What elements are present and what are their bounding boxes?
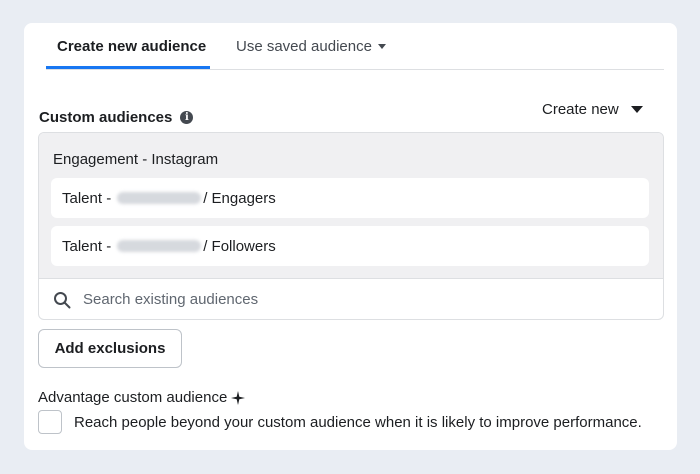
chevron-down-icon <box>377 43 386 49</box>
advantage-custom-audience-heading: Advantage custom audience <box>38 389 246 406</box>
advantage-plus-icon <box>231 390 246 405</box>
audience-item-suffix: / Engagers <box>203 189 276 207</box>
audience-group-label: Engagement - Instagram <box>53 151 219 168</box>
active-tab-underline <box>46 66 210 69</box>
tab-create-new-audience[interactable]: Create new audience <box>57 38 206 55</box>
audience-item-suffix: / Followers <box>203 237 276 255</box>
audience-item-followers[interactable]: Talent - / Followers <box>51 226 649 266</box>
create-new-label: Create new <box>542 101 619 118</box>
redacted-name <box>117 192 202 204</box>
custom-audiences-heading: Custom audiences i <box>39 109 194 126</box>
advantage-checkbox-label[interactable]: Reach people beyond your custom audience… <box>74 414 642 431</box>
audience-group: Engagement - Instagram Talent - / Engage… <box>39 133 663 279</box>
custom-audiences-title: Custom audiences <box>39 109 173 126</box>
search-input[interactable] <box>83 291 623 308</box>
add-exclusions-button[interactable]: Add exclusions <box>38 329 182 368</box>
audience-search-row <box>39 279 663 319</box>
audience-item-engagers[interactable]: Talent - / Engagers <box>51 178 649 218</box>
advantage-checkbox[interactable] <box>38 410 62 434</box>
create-new-dropdown[interactable]: Create new <box>542 101 643 118</box>
audience-card: Create new audience Use saved audience C… <box>24 23 677 450</box>
caret-down-icon <box>630 106 643 113</box>
audience-item-prefix: Talent - <box>62 189 112 207</box>
audience-tabs: Create new audience Use saved audience <box>46 23 664 70</box>
search-icon <box>54 291 71 308</box>
custom-audiences-box: Engagement - Instagram Talent - / Engage… <box>38 132 664 320</box>
info-icon[interactable]: i <box>180 111 194 124</box>
redacted-name <box>117 240 202 252</box>
audience-item-prefix: Talent - <box>62 237 112 255</box>
tab-use-saved-audience[interactable]: Use saved audience <box>236 38 386 55</box>
tab-use-saved-audience-label: Use saved audience <box>236 38 372 55</box>
advantage-label: Advantage custom audience <box>38 389 228 406</box>
